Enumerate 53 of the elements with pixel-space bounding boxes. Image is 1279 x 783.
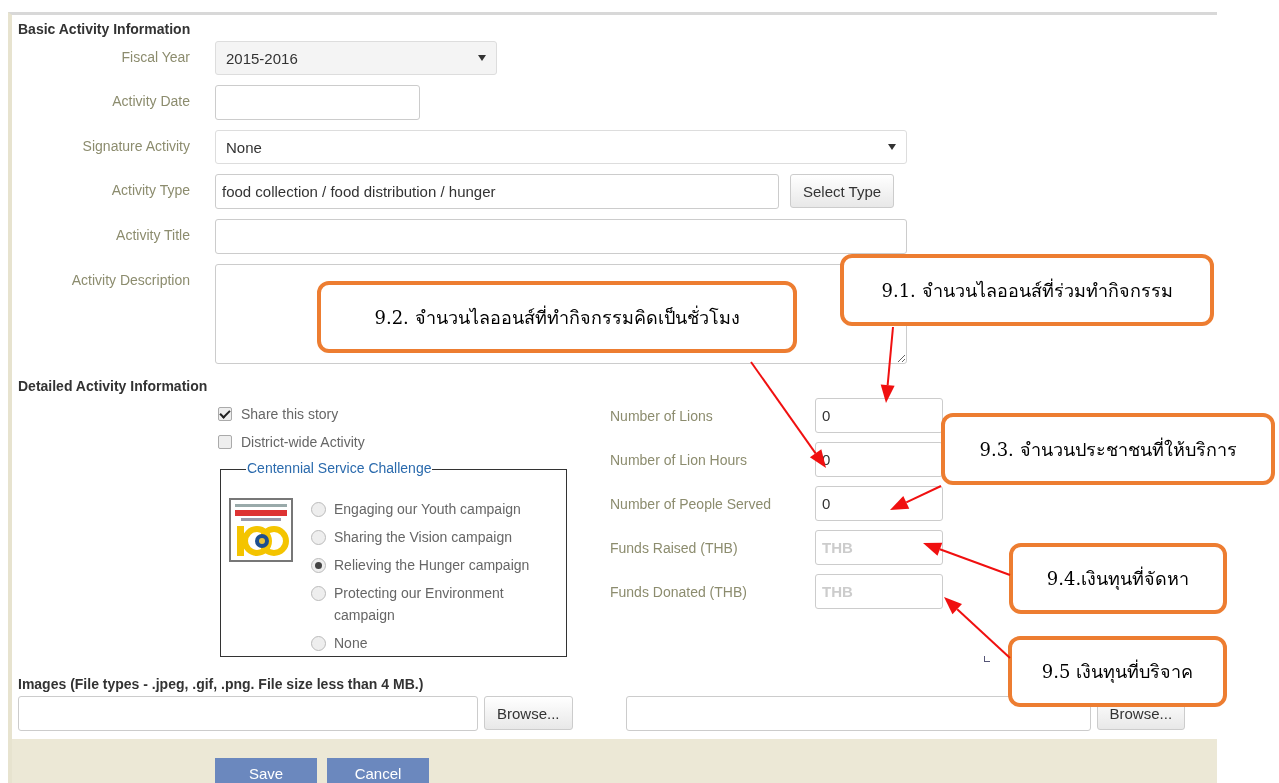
radio-button[interactable] [311,586,326,601]
input-field[interactable] [215,85,420,120]
field-label: Signature Activity [81,137,190,156]
save-button[interactable]: Save [215,758,317,783]
field-label: Activity Description [70,271,190,290]
file-path-field[interactable] [18,696,478,731]
browse-button[interactable]: Browse... [484,696,573,730]
annotation-tooltip: 9.1. จำนวนไลออนส์ที่ร่วมทำกิจกรรม [840,254,1214,326]
checkbox[interactable] [218,435,232,449]
radio-button[interactable] [311,558,326,573]
annotation-tooltip: 9.2. จำนวนไลออนส์ที่ทำกิจกรรมคิดเป็นชั่วโมง [317,281,797,353]
centennial-logo-icon [229,498,293,562]
field-label: Number of Lions [610,407,714,424]
corner-mark-icon [984,656,990,662]
radio-label: Engaging our Youth campaign [334,500,521,519]
input-field[interactable]: 0 [815,486,943,521]
panel-legend: Centennial Service Challenge [246,460,433,476]
file-path-field[interactable] [625,696,1091,731]
cancel-button[interactable]: Cancel [327,758,429,783]
radio-label: Sharing the Vision campaign [334,528,512,547]
arrow [944,597,1011,659]
checkbox-label: Share this story [241,406,339,422]
radio-button[interactable] [311,530,326,545]
dropdown[interactable]: 2015-2016 [215,41,497,75]
field-label: Funds Raised (THB) [610,539,739,556]
radio-label: Protecting our Environment campaign [334,584,505,625]
annotation-tooltip: 9.4.เงินทุนที่จัดหา [1009,543,1227,614]
field-label: Number of Lion Hours [610,451,748,468]
checkbox[interactable] [218,407,232,421]
select-type-button[interactable]: Select Type [790,174,895,208]
field-label: Activity Date [111,92,190,111]
annotation-tooltip: 9.3. จำนวนประชาชนที่ให้บริการ [941,413,1275,485]
radio-label: Relieving the Hunger campaign [334,556,530,575]
field-label: Funds Donated (THB) [610,583,748,600]
radio-button[interactable] [311,502,326,517]
section-heading: Detailed Activity Information [18,378,209,396]
arrow [890,485,942,510]
input-field[interactable] [215,219,907,254]
radio-label: None [334,634,368,653]
section-heading: Images (File types - .jpeg, .gif, .png. File size less than 4 MB.) [18,676,425,694]
section-heading: Basic Activity Information [18,21,192,39]
annotation-tooltip: 9.5 เงินทุนที่บริจาค [1008,636,1227,707]
input-field[interactable]: 0 [815,398,943,433]
radio-button[interactable] [311,636,326,651]
field-label: Activity Type [110,181,190,200]
field-label: Number of People Served [610,495,773,512]
checkbox-label: District-wide Activity [241,434,365,450]
input-field[interactable]: food collection / food distribution / hunger [215,174,779,209]
dropdown[interactable]: None [215,130,907,164]
caret-icon [478,55,486,61]
caret-icon [888,144,896,150]
field-label: Activity Title [115,226,190,245]
field-label: Fiscal Year [120,48,190,67]
